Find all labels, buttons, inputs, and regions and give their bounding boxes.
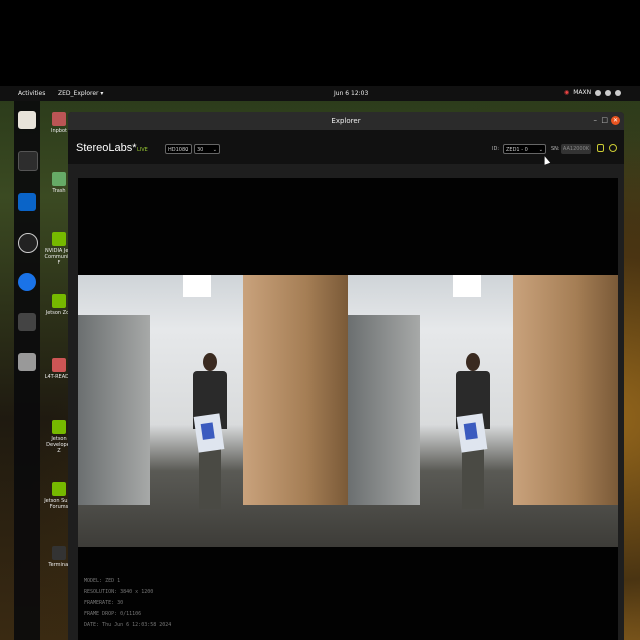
chevron-down-icon: ⌄ [212,147,217,153]
maximize-button[interactable]: □ [601,116,608,124]
live-indicator: LIVE [137,147,148,153]
power-icon[interactable] [615,89,622,96]
fps-select[interactable]: 30 ⌄ [194,144,220,154]
settings-icon[interactable] [609,144,617,152]
camera-info-panel: MODEL: ZED 1 RESOLUTION: 3840 x 1200 FRA… [84,576,171,631]
id-label: ID: [492,146,500,152]
clock[interactable]: Jun 6 12:03 [334,90,368,97]
left-camera-image [78,275,348,547]
app-toolbar: StereoLabs* LIVE HD1080 ⌄ 30 ⌄ ID: ZED1 - … [68,130,624,164]
chevron-down-icon: ⌄ [184,147,189,153]
info-model: MODEL: ZED 1 [84,578,121,584]
explorer-window: Explorer – □ ✕ StereoLabs* LIVE HD1080 ⌄ … [68,112,624,640]
folder-icon [52,358,66,372]
info-frame-drop: FRAME DROP: 0/11106 [84,611,142,617]
record-icon[interactable] [597,144,604,152]
trash-icon [52,172,66,186]
nvidia-icon [52,232,66,246]
terminal-icon[interactable] [18,151,38,171]
chromium-icon[interactable] [18,273,36,291]
files-icon[interactable] [18,111,36,129]
drive-icon[interactable] [18,353,36,371]
close-button[interactable]: ✕ [611,116,620,125]
network-icon[interactable] [595,89,602,96]
brand-logo: StereoLabs* [76,142,137,154]
top-bar: Activities ZED_Explorer ▾ Jun 6 12:03 ◉ … [0,86,640,101]
power-mode-label[interactable]: MAXN [573,89,591,96]
vscode-icon[interactable] [18,193,36,211]
serial-number-field[interactable]: AA12000K [561,144,591,154]
info-date: DATE: Thu Jun 6 12:03:58 2024 [84,622,172,628]
video-viewport: MODEL: ZED 1 RESOLUTION: 3840 x 1200 FRA… [78,178,618,640]
sn-label: SN: [551,146,560,152]
camera-select[interactable]: ZED1 - 0 ⌄ [503,144,546,154]
resolution-select[interactable]: HD1080 ⌄ [165,144,192,154]
system-tray[interactable]: ◉ MAXN [564,89,622,96]
activities-button[interactable]: Activities [18,90,45,97]
info-framerate: FRAMERATE: 30 [84,600,124,606]
obs-icon[interactable] [18,233,38,253]
info-resolution: RESOLUTION: 3840 x 1200 [84,589,154,595]
app-menu[interactable]: ZED_Explorer ▾ [58,90,103,97]
window-titlebar[interactable]: Explorer – □ ✕ [68,112,624,130]
dock [14,101,40,640]
nvidia-icon [52,294,66,308]
volume-icon[interactable] [605,89,612,96]
nvidia-icon [52,420,66,434]
terminal-icon [52,546,66,560]
stereo-video-feed [78,275,618,547]
right-camera-image [348,275,618,547]
nvidia-icon[interactable]: ◉ [564,89,569,96]
window-title: Explorer [331,117,361,125]
nvidia-icon [52,482,66,496]
folder-icon [52,112,66,126]
app-icon[interactable] [18,313,36,331]
chevron-down-icon: ⌄ [538,147,543,153]
minimize-button[interactable]: – [594,116,598,124]
